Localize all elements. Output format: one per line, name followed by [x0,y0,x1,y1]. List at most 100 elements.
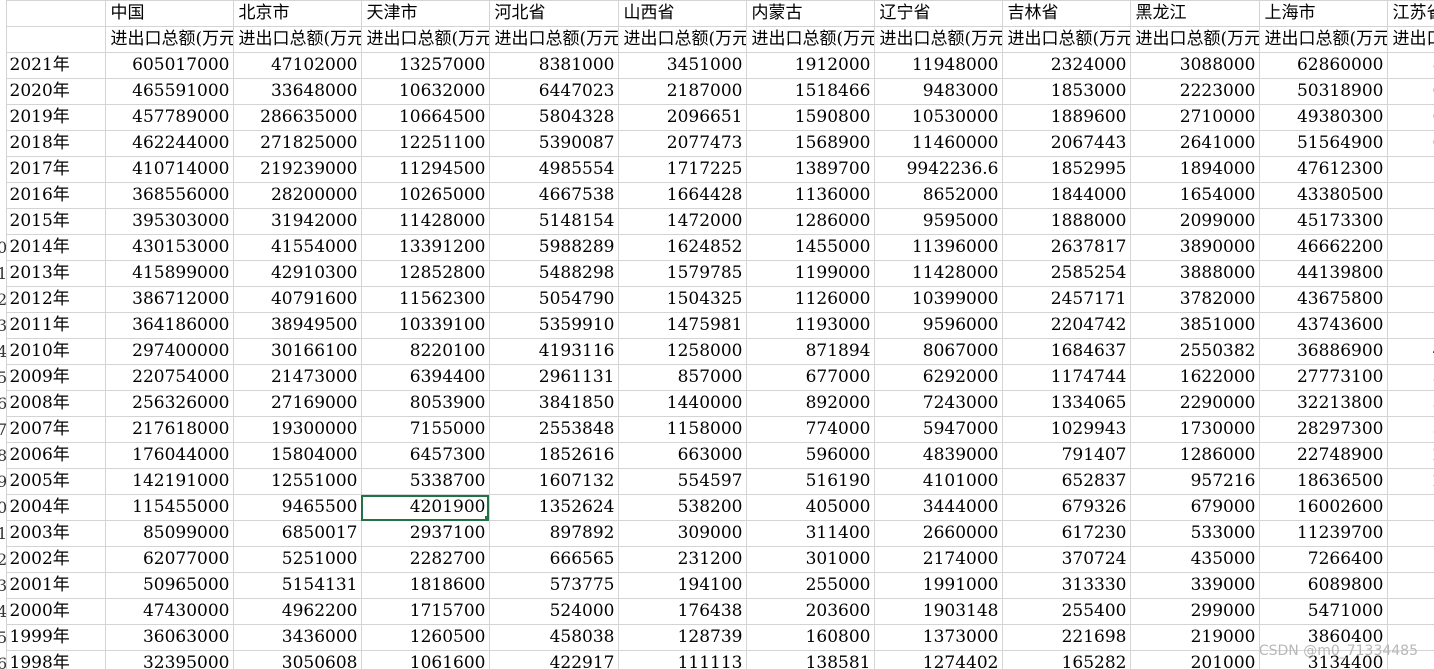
value-cell[interactable]: 1654000 [1129,182,1260,209]
value-cell[interactable]: 5054790 [488,286,619,313]
value-cell[interactable]: 45173300 [1258,208,1388,235]
year-cell[interactable]: 2002年 [5,546,106,573]
value-cell[interactable]: 5 [1386,286,1434,313]
metric-header-cell[interactable]: 进出口总额(万元) [873,26,1003,53]
value-cell[interactable]: 3782000 [1129,286,1260,313]
value-cell[interactable]: 313330 [1001,572,1131,599]
row-number-cell[interactable]: 6 [0,390,7,417]
value-cell[interactable]: 203600 [745,598,875,625]
value-cell[interactable]: 2174000 [873,546,1003,573]
row-number-cell[interactable]: 0 [0,234,7,261]
value-cell[interactable]: 857000 [617,364,747,391]
value-cell[interactable]: 22748900 [1258,442,1388,469]
value-cell[interactable]: 8381000 [488,52,619,79]
value-cell[interactable]: 8652000 [873,182,1003,209]
value-cell[interactable]: 1852616 [488,442,619,469]
row-number-cell[interactable]: 4 [0,338,7,365]
value-cell[interactable]: 1455000 [745,234,875,261]
value-cell[interactable]: 892000 [745,390,875,417]
value-cell[interactable]: 1715700 [360,598,490,625]
value-cell[interactable]: 1373000 [873,624,1003,651]
value-cell[interactable]: 176044000 [104,442,234,469]
value-cell[interactable]: 386712000 [104,286,234,313]
value-cell[interactable]: 1174744 [1001,364,1131,391]
row-number-cell[interactable]: 3 [0,312,7,339]
value-cell[interactable]: 791407 [1001,442,1131,469]
value-cell[interactable]: 364186000 [104,312,234,339]
value-cell[interactable]: 5359910 [488,312,619,339]
year-cell[interactable]: 2019年 [5,104,106,131]
value-cell[interactable]: 7243000 [873,390,1003,417]
value-cell[interactable]: 2553848 [488,416,619,443]
value-cell[interactable]: 677000 [745,364,875,391]
value-cell[interactable]: 42910300 [232,260,362,287]
column-header-cell[interactable]: 天津市 [360,0,490,27]
value-cell[interactable]: 7155000 [360,416,490,443]
year-cell[interactable]: 2010年 [5,338,106,365]
value-cell[interactable]: 1352624 [488,494,619,521]
value-cell[interactable]: 8053900 [360,390,490,417]
row-number-cell[interactable]: 9 [0,468,7,495]
value-cell[interactable]: 1440000 [617,390,747,417]
value-cell[interactable]: 6089800 [1258,572,1388,599]
value-cell[interactable]: 255000 [745,572,875,599]
year-cell[interactable]: 2014年 [5,234,106,261]
value-cell[interactable]: 9596000 [873,312,1003,339]
value-cell[interactable]: 679326 [1001,494,1131,521]
value-cell[interactable]: 10664500 [360,104,490,131]
value-cell[interactable] [1386,572,1434,599]
metric-header-cell[interactable]: 进出口总额(万元) [745,26,875,53]
value-cell[interactable]: 2077473 [617,130,747,157]
year-cell[interactable]: 2018年 [5,130,106,157]
value-cell[interactable]: 538200 [617,494,747,521]
value-cell[interactable]: 6 [1386,104,1434,131]
value-cell[interactable]: 1684637 [1001,338,1131,365]
value-cell[interactable]: 36063000 [104,624,234,651]
value-cell[interactable]: 271825000 [232,130,362,157]
year-cell[interactable]: 2020年 [5,78,106,105]
value-cell[interactable]: 3444000 [873,494,1003,521]
value-cell[interactable]: 47102000 [232,52,362,79]
value-cell[interactable]: 5 [1386,182,1434,209]
value-cell[interactable]: 10632000 [360,78,490,105]
value-cell[interactable]: 2660000 [873,520,1003,547]
value-cell[interactable]: 2324000 [1001,52,1131,79]
value-cell[interactable]: 41554000 [232,234,362,261]
value-cell[interactable]: 297400000 [104,338,234,365]
value-cell[interactable]: 395303000 [104,208,234,235]
value-cell[interactable]: 309000 [617,520,747,547]
year-cell[interactable]: 2011年 [5,312,106,339]
value-cell[interactable]: 4101000 [873,468,1003,495]
value-cell[interactable]: 554597 [617,468,747,495]
value-cell[interactable]: 2223000 [1129,78,1260,105]
value-cell[interactable]: 339000 [1129,572,1260,599]
value-cell[interactable]: 462244000 [104,130,234,157]
value-cell[interactable]: 1590800 [745,104,875,131]
value-cell[interactable]: 231200 [617,546,747,573]
value-cell[interactable]: 4667538 [488,182,619,209]
value-cell[interactable]: 2457171 [1001,286,1131,313]
value-cell[interactable]: 1126000 [745,286,875,313]
metric-header-cell[interactable]: 进出口总额(万元) [617,26,747,53]
value-cell[interactable]: 435000 [1129,546,1260,573]
value-cell[interactable]: 1 [1386,494,1434,521]
metric-header-cell[interactable]: 进出口总额(万元) [1258,26,1388,53]
value-cell[interactable]: 62860000 [1258,52,1388,79]
value-cell[interactable]: 47430000 [104,598,234,625]
row-number-cell[interactable]: 1 [0,260,7,287]
year-cell[interactable]: 1998年 [5,650,106,669]
year-cell[interactable]: 2021年 [5,52,106,79]
year-cell[interactable]: 2012年 [5,286,106,313]
metric-header-cell[interactable]: 进出口总额(万元) [232,26,362,53]
year-cell[interactable]: 2007年 [5,416,106,443]
value-cell[interactable]: 3 [1386,390,1434,417]
value-cell[interactable]: 142191000 [104,468,234,495]
value-cell[interactable]: 1607132 [488,468,619,495]
value-cell[interactable]: 422917 [488,650,619,669]
column-header-cell[interactable]: 上海市 [1258,0,1388,27]
value-cell[interactable]: 1903148 [873,598,1003,625]
value-cell[interactable]: 36886900 [1258,338,1388,365]
value-cell[interactable]: 1286000 [745,208,875,235]
value-cell[interactable]: 1389700 [745,156,875,183]
column-header-cell[interactable]: 辽宁省 [873,0,1003,27]
